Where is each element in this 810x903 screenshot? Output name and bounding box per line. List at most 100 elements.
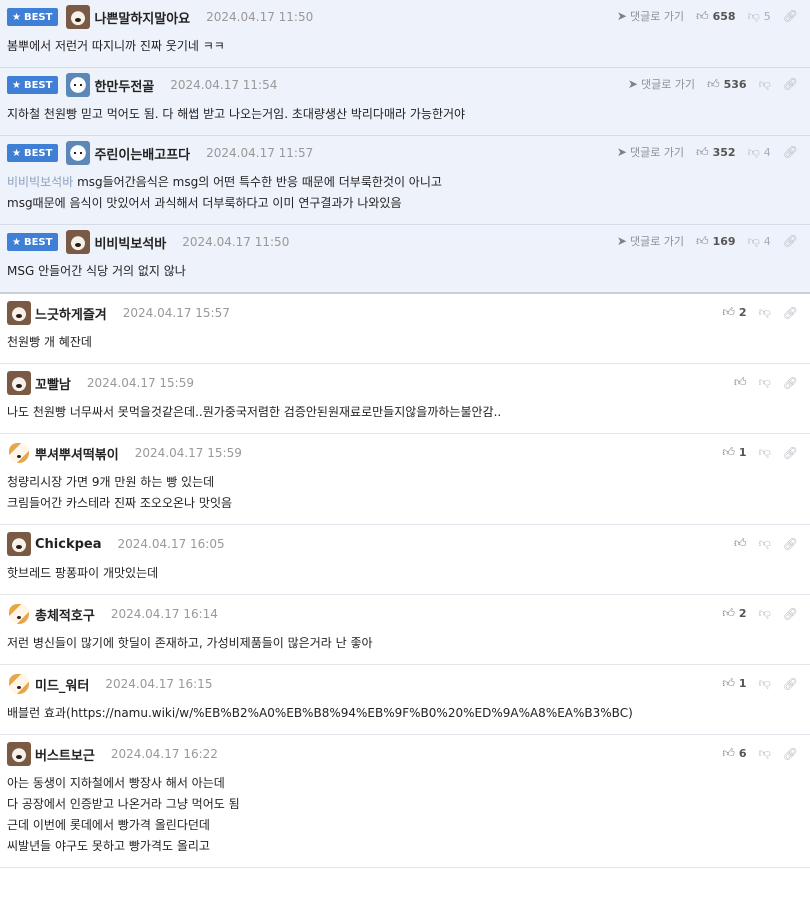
upvote-button[interactable]: 👍︎ 1: [722, 445, 746, 460]
downvote-button[interactable]: 👎︎: [759, 746, 771, 761]
upvote-button[interactable]: 👍︎ 352: [696, 145, 736, 160]
link-icon[interactable]: 🔗︎: [783, 306, 798, 320]
link-icon[interactable]: 🔗︎: [783, 9, 798, 23]
avatar[interactable]: [66, 230, 91, 254]
comment-actions: 👍︎ 👎︎ 🔗︎: [722, 375, 798, 390]
thumb-up-icon[interactable]: 👍︎: [734, 536, 747, 551]
nickname[interactable]: 주린이는배고프다: [94, 144, 190, 163]
thumb-up-icon[interactable]: 👍︎: [722, 606, 735, 621]
nickname[interactable]: 뿌셔뿌셔떡볶이: [35, 444, 119, 463]
thumb-down-icon[interactable]: 👎︎: [759, 305, 771, 320]
avatar[interactable]: [7, 441, 31, 465]
thumb-up-icon[interactable]: 👍︎: [707, 77, 720, 92]
nickname[interactable]: 미드_워터: [35, 675, 89, 694]
share-link-button[interactable]: 🔗︎: [783, 234, 798, 248]
thumb-up-icon[interactable]: 👍︎: [734, 375, 747, 390]
upvote-button[interactable]: 👍︎ 2: [722, 606, 746, 621]
avatar[interactable]: [66, 73, 91, 97]
thumb-down-icon[interactable]: 👎︎: [759, 77, 771, 92]
upvote-button[interactable]: 👍︎ 6: [722, 746, 746, 761]
avatar[interactable]: [7, 602, 31, 626]
share-link-button[interactable]: 🔗︎: [783, 306, 798, 320]
best-label: BEST: [23, 11, 53, 23]
avatar[interactable]: [7, 742, 31, 766]
link-icon[interactable]: 🔗︎: [783, 234, 798, 248]
downvote-button[interactable]: 👎︎: [759, 536, 771, 551]
timestamp: 2024.04.17 11:50: [182, 235, 290, 249]
thumb-down-icon[interactable]: 👎︎: [759, 375, 771, 390]
thumb-down-icon[interactable]: 👎︎: [748, 9, 760, 24]
thumb-up-icon[interactable]: 👍︎: [696, 234, 709, 249]
upvote-button[interactable]: 👍︎ 536: [707, 77, 747, 92]
thumb-down-icon[interactable]: 👎︎: [759, 746, 771, 761]
link-icon[interactable]: 🔗︎: [783, 145, 798, 159]
downvote-button[interactable]: 👎︎ 5: [748, 9, 771, 24]
avatar[interactable]: [7, 532, 31, 556]
thumb-up-icon[interactable]: 👍︎: [696, 9, 709, 24]
nickname[interactable]: 느긋하게즐겨: [35, 304, 107, 323]
link-icon[interactable]: 🔗︎: [783, 446, 798, 460]
thumb-down-icon[interactable]: 👎︎: [759, 445, 771, 460]
upvote-button[interactable]: 👍︎ 658: [696, 9, 736, 24]
downvote-button[interactable]: 👎︎: [759, 676, 771, 691]
upvote-button[interactable]: 👍︎ 2: [722, 305, 746, 320]
link-icon[interactable]: 🔗︎: [783, 537, 798, 551]
thumb-up-icon[interactable]: 👍︎: [722, 676, 735, 691]
share-link-button[interactable]: 🔗︎: [783, 747, 798, 761]
upvote-button[interactable]: 👍︎: [734, 375, 747, 390]
goto-comment-link[interactable]: ➤ 댓글로 가기: [617, 144, 684, 160]
nickname[interactable]: 비비빅보석바: [94, 233, 166, 252]
downvote-button[interactable]: 👎︎: [759, 305, 771, 320]
link-icon[interactable]: 🔗︎: [783, 677, 798, 691]
share-link-button[interactable]: 🔗︎: [783, 607, 798, 621]
reply-tag[interactable]: 비비빅보석바: [7, 175, 73, 189]
link-icon[interactable]: 🔗︎: [783, 77, 798, 91]
thumb-down-icon[interactable]: 👎︎: [759, 676, 771, 691]
share-link-button[interactable]: 🔗︎: [783, 376, 798, 390]
nickname[interactable]: 버스트보근: [35, 745, 95, 764]
timestamp: 2024.04.17 16:14: [110, 607, 218, 621]
thumb-up-icon[interactable]: 👍︎: [722, 305, 735, 320]
share-link-button[interactable]: 🔗︎: [783, 9, 798, 23]
thumb-up-icon[interactable]: 👍︎: [696, 145, 709, 160]
star-icon: ★: [12, 79, 21, 91]
nickname[interactable]: 한만두전골: [94, 76, 154, 95]
upvote-button[interactable]: 👍︎ 1: [722, 676, 746, 691]
nickname[interactable]: 총체적호구: [35, 605, 95, 624]
nickname[interactable]: 나쁜말하지말아요: [94, 8, 190, 27]
downvote-button[interactable]: 👎︎: [759, 375, 771, 390]
downvote-button[interactable]: 👎︎: [759, 445, 771, 460]
thumb-down-icon[interactable]: 👎︎: [759, 536, 771, 551]
share-link-button[interactable]: 🔗︎: [783, 145, 798, 159]
link-icon[interactable]: 🔗︎: [783, 747, 798, 761]
share-link-button[interactable]: 🔗︎: [783, 446, 798, 460]
downvote-button[interactable]: 👎︎: [759, 606, 771, 621]
nickname[interactable]: 꼬빨남: [35, 374, 71, 393]
upvote-button[interactable]: 👍︎: [734, 536, 747, 551]
thumb-down-icon[interactable]: 👎︎: [748, 145, 760, 160]
goto-comment-link[interactable]: ➤ 댓글로 가기: [617, 8, 684, 24]
link-icon[interactable]: 🔗︎: [783, 607, 798, 621]
thumb-down-icon[interactable]: 👎︎: [748, 234, 760, 249]
star-icon: ★: [12, 236, 21, 248]
avatar[interactable]: [66, 141, 91, 165]
link-icon[interactable]: 🔗︎: [783, 376, 798, 390]
share-link-button[interactable]: 🔗︎: [783, 677, 798, 691]
downvote-button[interactable]: 👎︎: [759, 77, 771, 92]
downvote-button[interactable]: 👎︎ 4: [748, 145, 771, 160]
timestamp: 2024.04.17 11:50: [206, 10, 314, 24]
thumb-up-icon[interactable]: 👍︎: [722, 445, 735, 460]
thumb-down-icon[interactable]: 👎︎: [759, 606, 771, 621]
avatar[interactable]: [7, 371, 31, 395]
thumb-up-icon[interactable]: 👍︎: [722, 746, 735, 761]
avatar[interactable]: [7, 301, 31, 325]
share-link-button[interactable]: 🔗︎: [783, 77, 798, 91]
nickname[interactable]: Chickpea: [35, 537, 102, 552]
avatar[interactable]: [66, 5, 91, 29]
goto-comment-link[interactable]: ➤ 댓글로 가기: [617, 233, 684, 249]
upvote-button[interactable]: 👍︎ 169: [696, 234, 736, 249]
downvote-button[interactable]: 👎︎ 4: [748, 234, 771, 249]
goto-comment-link[interactable]: ➤ 댓글로 가기: [628, 76, 695, 92]
share-link-button[interactable]: 🔗︎: [783, 537, 798, 551]
avatar[interactable]: [7, 672, 31, 696]
